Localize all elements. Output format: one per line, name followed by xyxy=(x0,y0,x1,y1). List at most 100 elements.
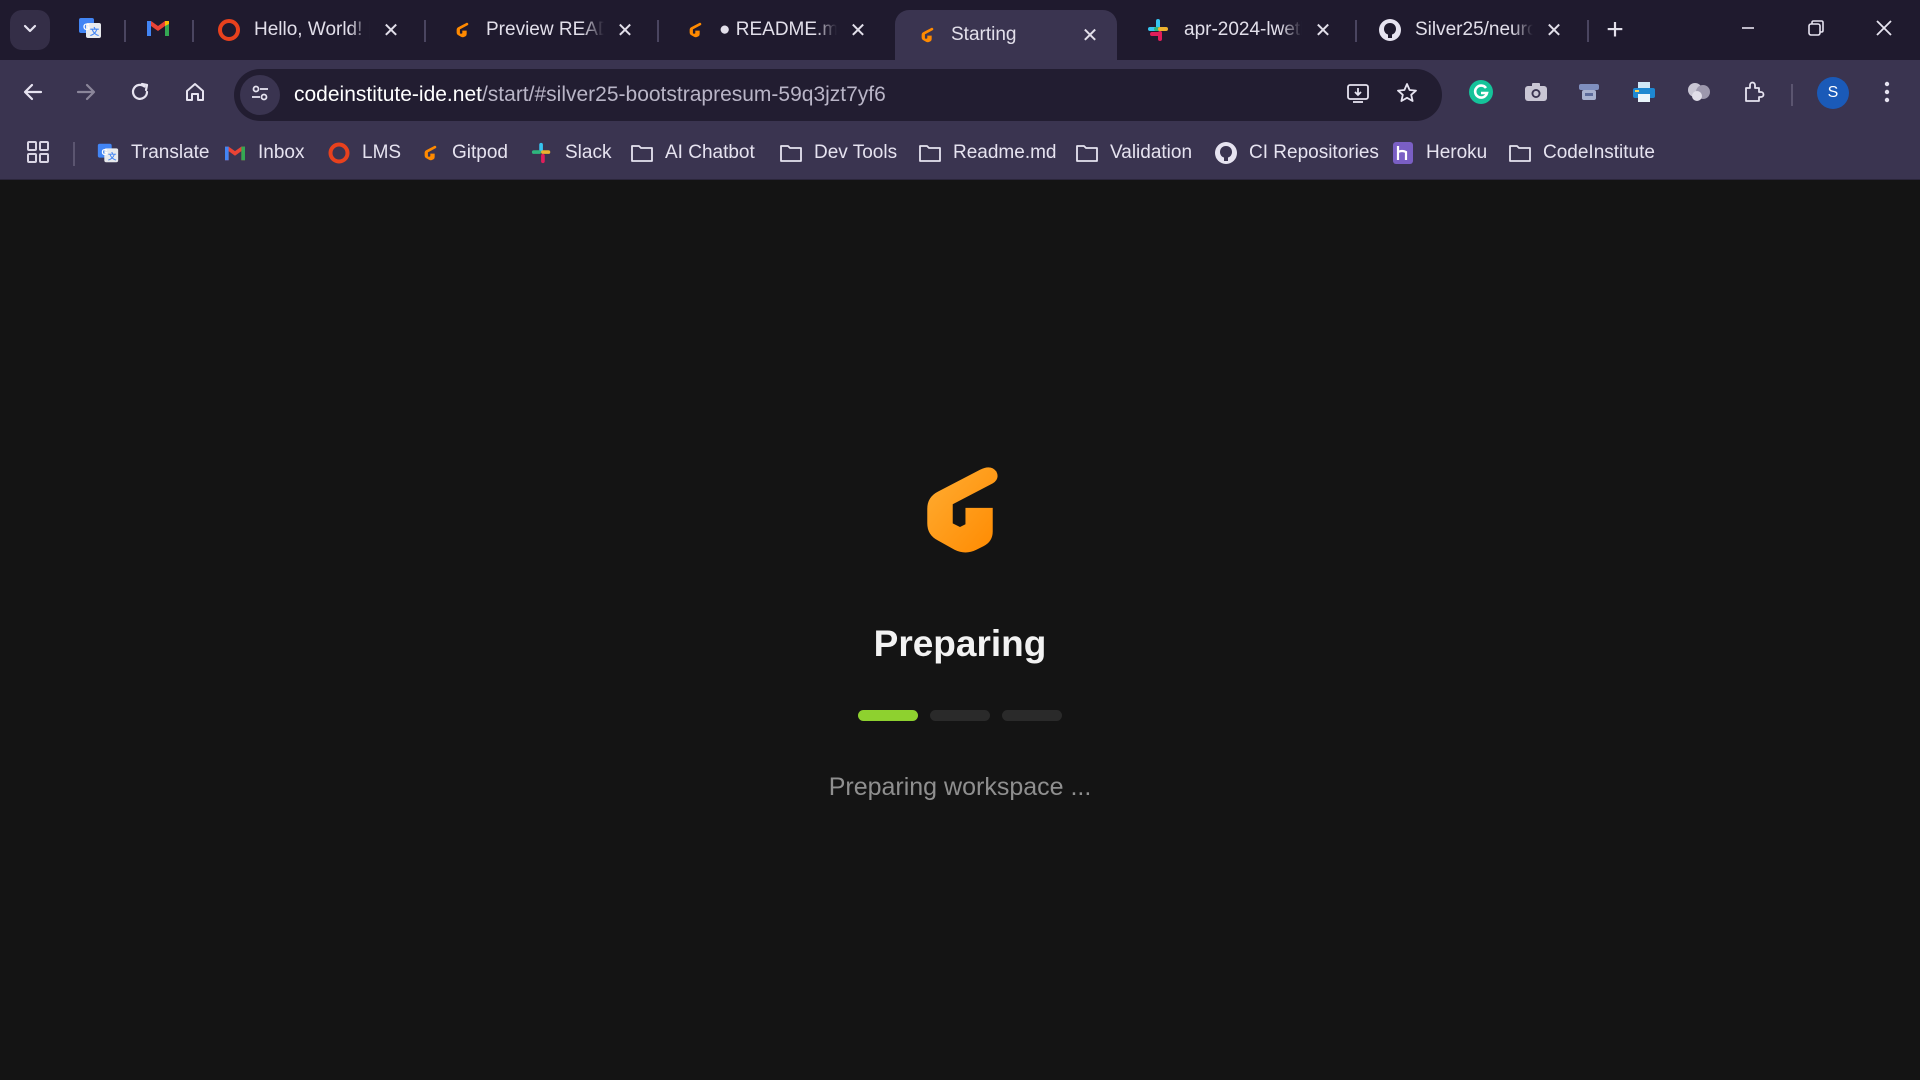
grammarly-extension[interactable] xyxy=(1461,74,1501,114)
tab-github-repo[interactable]: Silver25/neurog ✕ xyxy=(1359,10,1581,50)
forward-button[interactable] xyxy=(66,74,106,114)
bookmark-label: CodeInstitute xyxy=(1543,142,1655,163)
github-icon xyxy=(1213,140,1239,166)
reload-button[interactable] xyxy=(120,74,160,114)
close-icon xyxy=(1875,19,1893,42)
bookmark-label: AI Chatbot xyxy=(665,142,755,163)
bookmark-inbox[interactable]: Inbox xyxy=(222,136,304,170)
bookmark-gitpod[interactable]: Gitpod xyxy=(416,136,508,170)
tab-preview-readme[interactable]: Preview README ✕ xyxy=(430,10,652,50)
browser-toolbar: codeinstitute-ide.net/start/#silver25-bo… xyxy=(0,60,1920,128)
bookmark-label: Dev Tools xyxy=(814,142,898,163)
tab-strip: G文 Hello, World! | C ✕ Preview README ✕ … xyxy=(0,0,1920,60)
bookmarks-bar: G文 Translate Inbox LMS Gitpod Slack AI C… xyxy=(0,128,1920,180)
site-info-button[interactable] xyxy=(240,75,280,115)
profile-avatar[interactable]: S xyxy=(1817,77,1849,109)
tab-search-button[interactable] xyxy=(10,10,50,50)
bookmark-lms[interactable]: LMS xyxy=(326,136,401,170)
extensions-button[interactable] xyxy=(1734,74,1774,114)
minimize-button[interactable] xyxy=(1720,8,1776,52)
bookmarks-separator xyxy=(73,142,75,166)
tab-starting[interactable]: Starting ✕ xyxy=(895,10,1117,60)
browser-menu-button[interactable] xyxy=(1867,74,1907,114)
tab-separator xyxy=(124,20,126,42)
chevron-down-icon xyxy=(21,19,39,42)
tab-label: Starting xyxy=(951,24,1017,45)
star-icon xyxy=(1396,82,1418,109)
bookmark-label: CI Repositories xyxy=(1249,142,1379,163)
progress-step-3 xyxy=(1002,710,1062,721)
bookmark-folder-readme[interactable]: Readme.md xyxy=(917,136,1057,170)
tab-label: apr-2024-lwetb xyxy=(1184,19,1302,40)
restore-icon xyxy=(1807,19,1825,42)
close-icon[interactable]: ✕ xyxy=(845,17,871,43)
pinned-tab-translate[interactable]: G文 xyxy=(73,13,107,47)
tab-readme-md[interactable]: ● README.md - ✕ xyxy=(663,10,885,50)
bookmark-folder-codeinstitute[interactable]: CodeInstitute xyxy=(1507,136,1655,170)
address-bar[interactable]: codeinstitute-ide.net/start/#silver25-bo… xyxy=(234,69,1442,121)
arrow-right-icon xyxy=(75,81,97,108)
pinned-tab-gmail[interactable] xyxy=(141,13,175,47)
new-tab-button[interactable]: + xyxy=(1598,13,1632,47)
install-app-button[interactable] xyxy=(1338,75,1378,115)
extension-puzzle-piece[interactable] xyxy=(1679,74,1719,114)
palette-icon xyxy=(1686,80,1712,109)
progress-step-fill xyxy=(858,710,918,721)
folder-icon xyxy=(778,140,804,166)
svg-text:文: 文 xyxy=(89,26,100,37)
folder-icon xyxy=(917,140,943,166)
apps-button[interactable] xyxy=(22,138,54,170)
slack-icon xyxy=(529,140,555,166)
back-button[interactable] xyxy=(13,74,53,114)
bookmark-folder-dev-tools[interactable]: Dev Tools xyxy=(778,136,897,170)
tab-slack-channel[interactable]: apr-2024-lwetb ✕ xyxy=(1128,10,1350,50)
printer-extension[interactable] xyxy=(1624,74,1664,114)
bookmark-slack[interactable]: Slack xyxy=(529,136,611,170)
bookmark-folder-validation[interactable]: Validation xyxy=(1074,136,1192,170)
tab-separator xyxy=(1355,20,1357,42)
github-icon xyxy=(1377,17,1403,43)
bookmark-label: LMS xyxy=(362,142,402,163)
url-text[interactable]: codeinstitute-ide.net/start/#silver25-bo… xyxy=(294,83,886,107)
home-icon xyxy=(184,81,206,108)
slack-icon xyxy=(1146,17,1172,43)
status-heading: Preparing xyxy=(873,623,1047,664)
bookmark-label: Gitpod xyxy=(452,142,508,163)
bookmark-label: Translate xyxy=(131,142,210,163)
folder-icon xyxy=(1507,140,1533,166)
bookmark-label: Validation xyxy=(1110,142,1193,163)
close-icon[interactable]: ✕ xyxy=(1077,22,1103,48)
bookmark-heroku[interactable]: Heroku xyxy=(1390,136,1487,170)
close-icon[interactable]: ✕ xyxy=(1541,17,1567,43)
tab-label: Preview README xyxy=(486,19,604,40)
bookmark-star-button[interactable] xyxy=(1387,75,1427,115)
close-icon[interactable]: ✕ xyxy=(378,17,404,43)
eyedropper-icon xyxy=(1576,80,1602,109)
url-host: codeinstitute-ide.net xyxy=(294,83,482,106)
gmail-icon xyxy=(222,140,248,166)
screenshot-extension[interactable] xyxy=(1516,74,1556,114)
bookmark-folder-ai-chatbot[interactable]: AI Chatbot xyxy=(629,136,755,170)
tab-label: Hello, World! | C xyxy=(254,19,370,40)
tab-hello-world[interactable]: Hello, World! | C ✕ xyxy=(198,10,418,50)
svg-text:文: 文 xyxy=(108,151,117,161)
bookmark-label: Heroku xyxy=(1426,142,1488,163)
puzzle-icon xyxy=(1742,80,1766,109)
google-translate-icon: G文 xyxy=(77,15,103,46)
minimize-icon xyxy=(1740,20,1756,41)
close-icon[interactable]: ✕ xyxy=(612,17,638,43)
bookmark-translate[interactable]: G文 Translate xyxy=(95,136,210,170)
close-window-button[interactable] xyxy=(1856,8,1912,52)
svg-text:G: G xyxy=(102,147,108,157)
bookmark-ci-repositories[interactable]: CI Repositories xyxy=(1213,136,1379,170)
home-button[interactable] xyxy=(175,74,215,114)
close-icon[interactable]: ✕ xyxy=(1310,17,1336,43)
colorzilla-extension[interactable] xyxy=(1569,74,1609,114)
plus-icon: + xyxy=(1606,13,1624,46)
grammarly-icon xyxy=(1467,78,1495,111)
printer-icon xyxy=(1631,80,1657,109)
restore-button[interactable] xyxy=(1788,8,1844,52)
tab-separator xyxy=(1587,20,1589,42)
gitpod-icon xyxy=(416,140,442,166)
kebab-menu-icon xyxy=(1884,81,1890,108)
